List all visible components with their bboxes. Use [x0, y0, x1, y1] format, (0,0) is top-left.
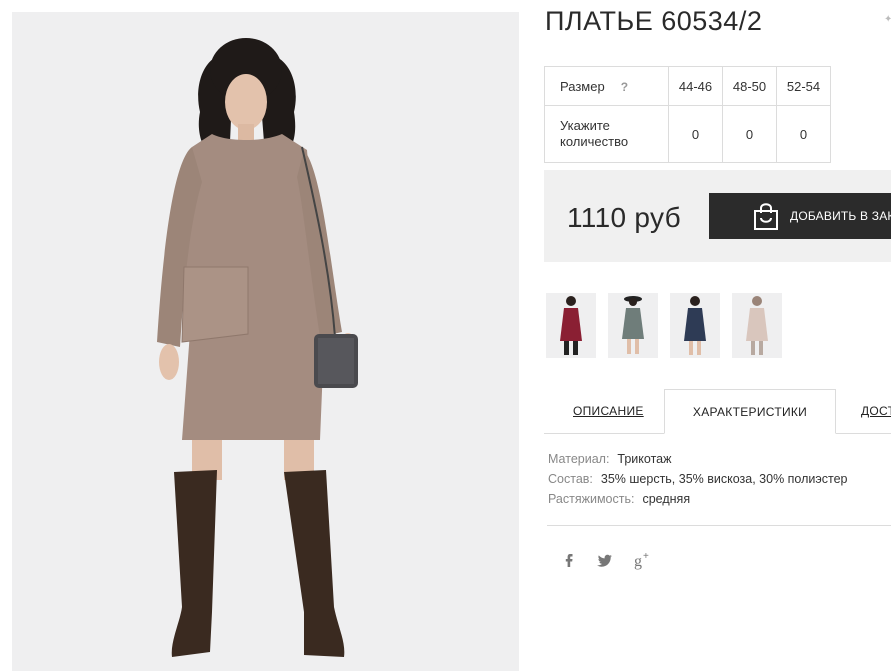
spec-value: 35% шерсть, 35% вискоза, 30% полиэстер: [600, 472, 848, 486]
size-header: 52-54: [776, 66, 831, 106]
spec-value: Трикотаж: [617, 452, 672, 466]
spec-row: Состав: 35% шерсть, 35% вискоза, 30% поли…: [548, 471, 848, 491]
tab-delivery[interactable]: ДОСТАВКА: [861, 389, 891, 434]
section-divider: [547, 525, 891, 526]
add-to-cart-label: ДОБАВИТЬ В ЗАКАЗ: [790, 209, 891, 223]
dress-thumbnail-icon: [746, 296, 768, 355]
add-to-cart-button[interactable]: ДОБАВИТЬ В ЗАКАЗ: [709, 193, 891, 239]
product-title: ПЛАТЬЕ 60534/2: [545, 6, 763, 36]
size-label: Размер: [560, 78, 605, 94]
corner-mark-icon: ✦: [884, 14, 891, 25]
spec-value: средняя: [642, 492, 691, 506]
color-thumbnail[interactable]: [608, 293, 658, 358]
spec-row: Растяжимость: средняя: [548, 491, 848, 511]
price-box: 1110 руб ДОБАВИТЬ В ЗАКАЗ: [544, 170, 891, 262]
spec-key: Растяжимость:: [548, 492, 635, 506]
dress-thumbnail-icon: [684, 296, 706, 355]
google-plus-icon[interactable]: g +: [633, 550, 653, 570]
spec-row: Материал: Трикотаж: [548, 451, 848, 471]
size-label-cell: Размер?: [544, 66, 669, 106]
shopping-bag-icon: [754, 203, 778, 230]
product-tabs: ОПИСАНИЕ ХАРАКТЕРИСТИКИ ДОСТАВКА: [544, 389, 891, 434]
size-quantity-table: Размер? 44-46 48-50 52-54 Укажите количе…: [544, 66, 831, 163]
size-header: 44-46: [668, 66, 723, 106]
color-thumbnail[interactable]: [670, 293, 720, 358]
spec-key: Материал:: [548, 452, 610, 466]
svg-text:+: +: [643, 551, 649, 562]
color-thumbnail[interactable]: [546, 293, 596, 358]
size-header: 48-50: [722, 66, 777, 106]
tab-characteristics[interactable]: ХАРАКТЕРИСТИКИ: [664, 389, 836, 434]
quantity-label: Укажите количество: [544, 105, 669, 163]
quantity-input[interactable]: 0: [722, 105, 777, 163]
product-main-image[interactable]: [12, 12, 519, 671]
size-help-icon[interactable]: ?: [621, 80, 628, 94]
twitter-icon[interactable]: [595, 550, 615, 570]
dress-thumbnail-icon: [560, 296, 582, 355]
product-price: 1110 руб: [567, 202, 681, 233]
color-thumbnail[interactable]: [732, 293, 782, 358]
model-in-dress-illustration: [12, 12, 519, 671]
facebook-icon[interactable]: [559, 550, 579, 570]
quantity-input[interactable]: 0: [776, 105, 831, 163]
specs-list: Материал: Трикотаж Состав: 35% шерсть, 35%…: [548, 451, 848, 511]
tab-description[interactable]: ОПИСАНИЕ: [573, 389, 644, 434]
dress-thumbnail-icon: [622, 296, 644, 354]
svg-text:g: g: [634, 553, 642, 570]
spec-key: Состав:: [548, 472, 593, 486]
quantity-input[interactable]: 0: [668, 105, 723, 163]
